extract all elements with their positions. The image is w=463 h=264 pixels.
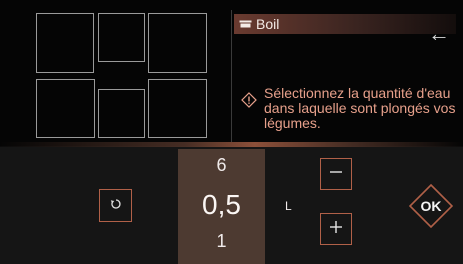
zone-bottom-center[interactable]	[98, 89, 145, 138]
plus-icon	[329, 220, 343, 239]
zone-top-center[interactable]	[98, 13, 145, 62]
info-text: Sélectionnez la quantité d'eau dans laqu…	[264, 85, 456, 131]
mode-label: Boil	[256, 16, 280, 32]
pot-icon	[238, 20, 252, 29]
reset-button[interactable]	[99, 189, 132, 222]
back-arrow-icon[interactable]: ←	[424, 21, 454, 47]
top-panel: Boil ← Sélectionnez la quantité d'eau da…	[0, 0, 463, 146]
picker-prev-value[interactable]: 6	[178, 155, 265, 176]
minus-icon	[329, 165, 343, 184]
zone-top-right[interactable]	[148, 13, 207, 73]
panel-divider	[231, 10, 232, 142]
zone-bottom-right[interactable]	[148, 79, 207, 138]
ok-button[interactable]: OK	[409, 184, 453, 228]
info-diamond-icon	[241, 92, 257, 108]
quantity-picker[interactable]: 6 0,5 1	[178, 149, 265, 264]
ok-label: OK	[420, 198, 442, 214]
decrease-button[interactable]	[320, 158, 352, 190]
picker-next-value[interactable]: 1	[178, 231, 265, 252]
reset-icon	[110, 197, 122, 215]
unit-label: L	[285, 199, 292, 213]
zone-bottom-left[interactable]	[36, 79, 95, 138]
mode-header: Boil	[234, 14, 456, 34]
zone-top-left[interactable]	[36, 13, 94, 73]
increase-button[interactable]	[320, 213, 352, 245]
picker-current-value: 0,5	[202, 189, 241, 220]
